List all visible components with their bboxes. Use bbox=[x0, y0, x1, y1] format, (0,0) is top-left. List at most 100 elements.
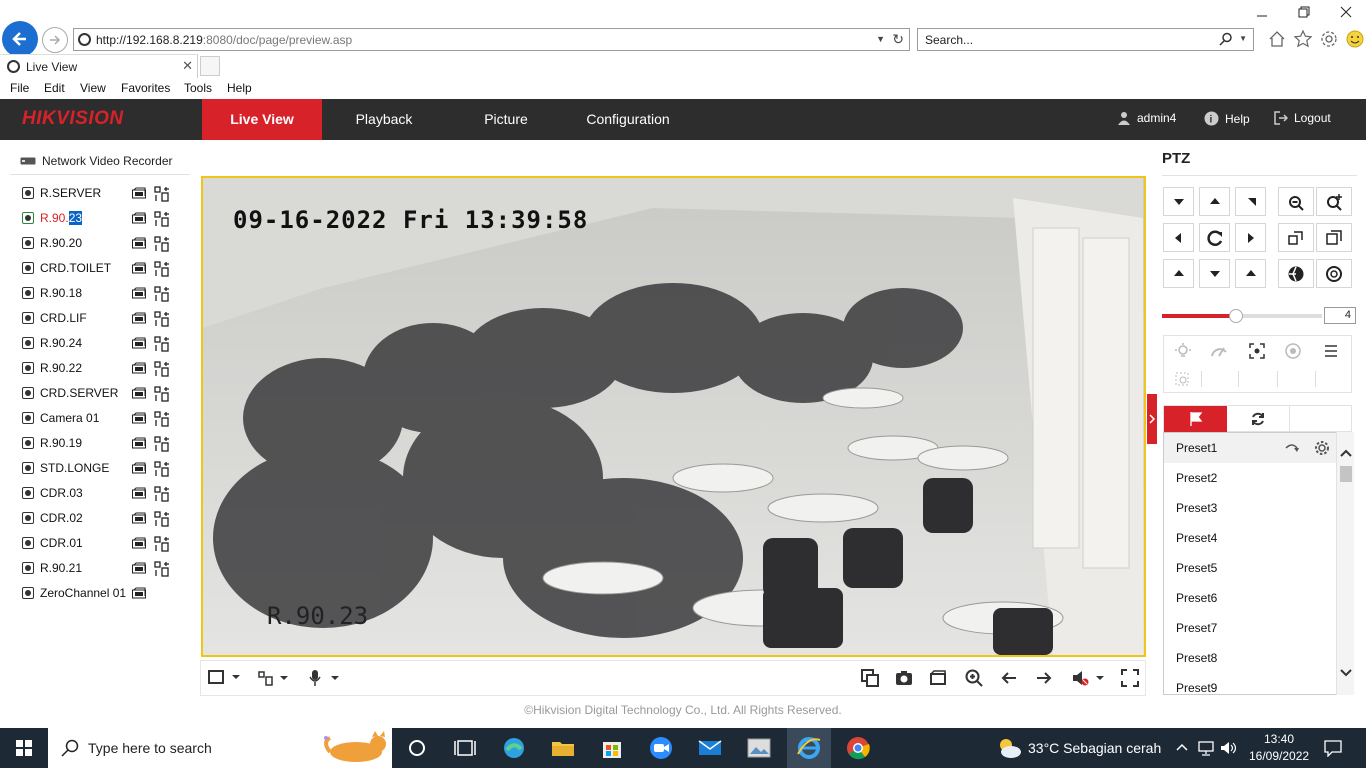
menu-view[interactable]: View bbox=[80, 81, 106, 95]
channel-item[interactable]: CDR.03 bbox=[22, 483, 182, 503]
channel-item[interactable]: CRD.LIF bbox=[22, 308, 182, 328]
stream-select-icon[interactable] bbox=[154, 411, 170, 427]
volume-icon[interactable] bbox=[1220, 740, 1236, 756]
show-hidden-icons-icon[interactable] bbox=[1176, 741, 1188, 753]
stop-all-preview-button[interactable] bbox=[861, 669, 879, 687]
ptz-right-button[interactable] bbox=[1235, 223, 1266, 252]
tab-playback[interactable]: Playback bbox=[332, 99, 436, 140]
preset-item[interactable]: Preset2 bbox=[1164, 463, 1337, 493]
preset-item[interactable]: Preset3 bbox=[1164, 493, 1337, 523]
menu-tools[interactable]: Tools bbox=[184, 81, 212, 95]
stream-select-icon[interactable] bbox=[154, 336, 170, 352]
record-icon[interactable] bbox=[132, 462, 146, 474]
record-icon[interactable] bbox=[132, 237, 146, 249]
address-bar[interactable]: http://192.168.8.219:8080/doc/page/previ… bbox=[73, 28, 910, 51]
iris-open-icon[interactable] bbox=[1278, 259, 1314, 288]
chrome-icon[interactable] bbox=[845, 736, 871, 760]
menu-favorites[interactable]: Favorites bbox=[121, 81, 170, 95]
record-icon[interactable] bbox=[132, 562, 146, 574]
record-clip-icon[interactable] bbox=[929, 669, 947, 687]
tab-picture[interactable]: Picture bbox=[456, 99, 556, 140]
record-icon[interactable] bbox=[132, 337, 146, 349]
channel-item[interactable]: STD.LONGE bbox=[22, 458, 182, 478]
stream-select-icon[interactable] bbox=[154, 311, 170, 327]
tab-live-view[interactable]: Live View bbox=[202, 99, 322, 140]
microsoft-store-icon[interactable] bbox=[599, 736, 625, 760]
network-icon[interactable] bbox=[1198, 740, 1214, 756]
focus-far-icon[interactable] bbox=[1316, 223, 1352, 252]
iris-close-icon[interactable] bbox=[1316, 259, 1352, 288]
stream-select-icon[interactable] bbox=[154, 461, 170, 477]
record-icon[interactable] bbox=[132, 262, 146, 274]
3d-positioning-icon[interactable] bbox=[1174, 371, 1192, 389]
channel-item[interactable]: CRD.TOILET bbox=[22, 258, 182, 278]
taskbar-search-box[interactable]: Type here to search bbox=[48, 728, 392, 768]
next-page-icon[interactable] bbox=[1035, 669, 1053, 687]
logout-link[interactable]: Logout bbox=[1274, 111, 1331, 125]
weather-text[interactable]: 33°C Sebagian cerah bbox=[1028, 740, 1161, 756]
internet-explorer-icon[interactable] bbox=[796, 736, 822, 760]
preset-item[interactable]: Preset1 bbox=[1164, 433, 1337, 463]
stream-select-icon[interactable] bbox=[154, 486, 170, 502]
forward-button[interactable] bbox=[42, 27, 68, 53]
stream-select-icon[interactable] bbox=[154, 536, 170, 552]
digital-zoom-icon[interactable] bbox=[965, 669, 983, 687]
stream-select-icon[interactable] bbox=[154, 361, 170, 377]
tab-preset[interactable] bbox=[1164, 406, 1227, 432]
microphone-button[interactable] bbox=[308, 669, 344, 687]
clock-date[interactable]: 16/09/2022 bbox=[1249, 749, 1309, 763]
tab-configuration[interactable]: Configuration bbox=[576, 99, 680, 140]
channel-item[interactable]: R.90.23 bbox=[22, 208, 182, 228]
collapse-ptz-handle[interactable] bbox=[1147, 394, 1157, 444]
clock-time[interactable]: 13:40 bbox=[1264, 732, 1294, 746]
preset-item[interactable]: Preset4 bbox=[1164, 523, 1337, 553]
record-icon[interactable] bbox=[132, 362, 146, 374]
preset-item[interactable]: Preset7 bbox=[1164, 613, 1337, 643]
restore-button[interactable] bbox=[1298, 6, 1310, 18]
record-icon[interactable] bbox=[132, 287, 146, 299]
stream-select-icon[interactable] bbox=[154, 511, 170, 527]
channel-item[interactable]: R.90.19 bbox=[22, 433, 182, 453]
record-icon[interactable] bbox=[132, 212, 146, 224]
ptz-down-button[interactable] bbox=[1199, 259, 1230, 288]
focus-near-icon[interactable] bbox=[1278, 223, 1314, 252]
minimize-button[interactable] bbox=[1256, 6, 1268, 18]
live-video-feed[interactable]: 09-16-2022 Fri 13:39:58 R.90.23 bbox=[201, 176, 1146, 657]
smiley-icon[interactable] bbox=[1346, 30, 1364, 48]
stream-select-icon[interactable] bbox=[154, 561, 170, 577]
favorites-star-icon[interactable] bbox=[1294, 30, 1312, 48]
stream-select-icon[interactable] bbox=[154, 261, 170, 277]
zoom-in-icon[interactable] bbox=[1316, 187, 1352, 216]
stream-select-icon[interactable] bbox=[154, 436, 170, 452]
stream-select-icon[interactable] bbox=[154, 386, 170, 402]
edge-icon[interactable] bbox=[501, 736, 527, 760]
close-window-button[interactable] bbox=[1340, 6, 1352, 18]
record-icon[interactable] bbox=[132, 312, 146, 324]
channel-item[interactable]: CDR.01 bbox=[22, 533, 182, 553]
stream-select-icon[interactable] bbox=[154, 186, 170, 202]
search-icon[interactable] bbox=[1219, 32, 1233, 46]
file-explorer-icon[interactable] bbox=[550, 736, 576, 760]
ptz-up-button[interactable] bbox=[1199, 187, 1230, 216]
tab-patrol[interactable] bbox=[1227, 406, 1290, 432]
wiper-icon[interactable] bbox=[1210, 342, 1228, 360]
record-icon[interactable] bbox=[132, 537, 146, 549]
auto-focus-icon[interactable] bbox=[1248, 342, 1266, 360]
browser-tab-live-view[interactable]: Live View ✕ bbox=[0, 54, 198, 78]
channel-item[interactable]: Camera 01 bbox=[22, 408, 182, 428]
back-button[interactable] bbox=[2, 21, 38, 57]
stream-type-button[interactable] bbox=[258, 669, 294, 687]
record-icon[interactable] bbox=[132, 187, 146, 199]
stream-select-icon[interactable] bbox=[154, 236, 170, 252]
channel-item[interactable]: R.90.22 bbox=[22, 358, 182, 378]
record-icon[interactable] bbox=[132, 487, 146, 499]
capture-camera-icon[interactable] bbox=[895, 669, 913, 687]
call-preset-icon[interactable] bbox=[1284, 440, 1300, 456]
preset-item[interactable]: Preset9 bbox=[1164, 673, 1337, 694]
record-icon[interactable] bbox=[132, 587, 146, 599]
preset-item[interactable]: Preset6 bbox=[1164, 583, 1337, 613]
ptz-down-right-button[interactable] bbox=[1163, 187, 1194, 216]
audio-mute-icon[interactable] bbox=[1071, 669, 1105, 687]
search-box[interactable]: Search... ▼ bbox=[917, 28, 1254, 51]
search-dropdown-icon[interactable]: ▼ bbox=[1239, 34, 1247, 43]
